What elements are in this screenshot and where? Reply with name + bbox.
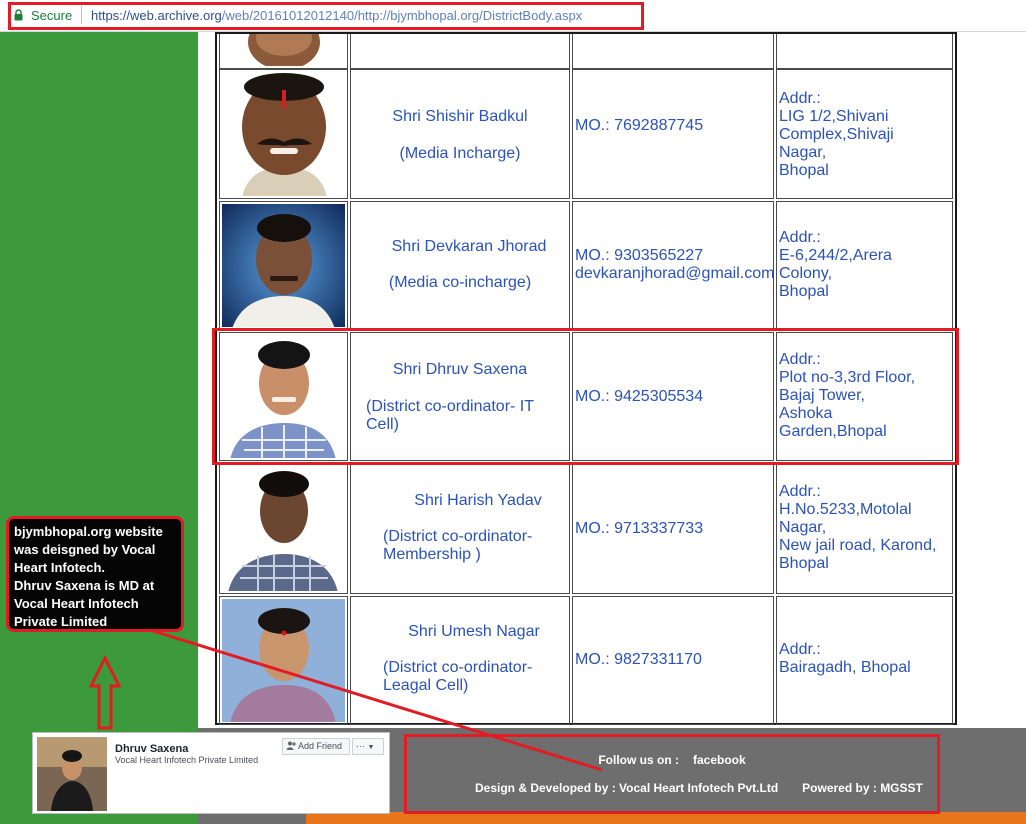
powered-credit[interactable]: Powered by : MGSST — [802, 781, 923, 795]
member-email[interactable]: devkaranjhorad@gmail.com — [575, 265, 774, 283]
more-label: ··· — [356, 741, 365, 751]
secure-label: Secure — [31, 8, 73, 23]
name-cell: Shri Umesh Nagar (District co-ordinator-… — [350, 596, 570, 725]
table-row: Shri Harish Yadav (District co-ordinator… — [217, 463, 955, 594]
address-cell: Addr.: Bairagadh, Bhopal — [776, 596, 953, 725]
table-row-partial: ​ — [217, 34, 955, 69]
name-cell: Shri Shishir Badkul (Media Incharge) — [350, 69, 570, 199]
photo-cell — [219, 34, 348, 69]
member-mobile: MO.: 9303565227 — [575, 247, 704, 264]
member-photo — [222, 466, 345, 591]
profile-name[interactable]: Dhruv Saxena — [115, 743, 188, 755]
credits-line: Design & Developed by : Vocal Heart Info… — [475, 781, 923, 795]
design-credit[interactable]: Design & Developed by : Vocal Heart Info… — [475, 781, 778, 795]
member-name: Shri Devkaran Jhorad — [391, 238, 547, 255]
footer-highlight-box: Follow us on : facebook Design & Develope… — [404, 734, 940, 814]
member-name: Shri Shishir Badkul — [392, 108, 528, 125]
avatar[interactable] — [37, 737, 107, 811]
mobile-cell — [572, 34, 774, 69]
add-friend-icon — [286, 741, 296, 750]
mobile-cell: MO.: 7692887745 — [572, 69, 774, 199]
more-options-button[interactable]: ··· ▼ — [352, 738, 384, 755]
member-photo — [222, 599, 345, 722]
member-photo — [222, 204, 345, 327]
member-address: Addr.: Bairagadh, Bhopal — [779, 641, 911, 676]
member-address: Addr.: H.No.5233,Motolal Nagar, New jail… — [779, 483, 937, 572]
address-cell: Addr.: LIG 1/2,Shivani Complex,Shivaji N… — [776, 69, 953, 199]
member-photo — [222, 34, 345, 66]
photo-cell — [219, 463, 348, 594]
name-cell: Shri Harish Yadav (District co-ordinator… — [350, 463, 570, 594]
address-text-cut: ​ — [779, 58, 951, 66]
highlighted-row-box — [212, 328, 959, 465]
member-position: (Media co-incharge) — [388, 274, 532, 291]
member-name: Shri Umesh Nagar — [408, 623, 540, 640]
photo-cell — [219, 69, 348, 199]
table-row: Shri Devkaran Jhorad (Media co-incharge)… — [217, 201, 955, 330]
address-bar[interactable]: Secure https://web.archive.org/web/20161… — [0, 0, 1026, 32]
table-row: Shri Umesh Nagar (District co-ordinator-… — [217, 596, 955, 725]
member-address: Addr.: LIG 1/2,Shivani Complex,Shivaji N… — [779, 90, 894, 179]
member-position: (District co-ordinator- Membership ) — [383, 528, 533, 563]
url-path: /web/20161012012140/http://bjymbhopal.or… — [221, 8, 583, 23]
facebook-profile-card[interactable]: Dhruv Saxena Vocal Heart Infotech Privat… — [32, 732, 390, 814]
url-text[interactable]: https://web.archive.org/web/201610120121… — [91, 8, 582, 23]
mobile-cell: MO.: 9713337733 — [572, 463, 774, 594]
url-base: https://web.archive.org — [91, 8, 222, 23]
mobile-cell: MO.: 9827331170 — [572, 596, 774, 725]
address-divider — [81, 6, 82, 24]
name-cell: Shri Devkaran Jhorad (Media co-incharge) — [350, 201, 570, 330]
member-name: Shri Harish Yadav — [414, 492, 542, 509]
photo-cell — [219, 596, 348, 725]
mobile-cell: MO.: 9303565227 devkaranjhorad@gmail.com — [572, 201, 774, 330]
chevron-down-icon: ▼ — [367, 744, 375, 751]
address-cell: ​ — [776, 34, 953, 69]
member-photo — [222, 72, 345, 196]
profile-workplace: Vocal Heart Infotech Private Limited — [115, 755, 259, 765]
member-mobile: MO.: 9827331170 — [575, 651, 702, 668]
photo-cell — [219, 201, 348, 330]
member-position: (Media Incharge) — [399, 145, 521, 162]
facebook-link[interactable]: facebook — [693, 753, 746, 767]
member-mobile: MO.: 9713337733 — [575, 520, 704, 537]
add-friend-button[interactable]: Add Friend — [282, 738, 350, 755]
address-cell: Addr.: E-6,244/2,Arera Colony, Bhopal — [776, 201, 953, 330]
table-row: Shri Shishir Badkul (Media Incharge) MO.… — [217, 69, 955, 199]
add-friend-label: Add Friend — [298, 741, 343, 751]
member-address: Addr.: E-6,244/2,Arera Colony, Bhopal — [779, 229, 892, 300]
member-position: (District co-ordinator- Leagal Cell) — [383, 659, 533, 694]
annotation-note: bjymbhopal.org website was deisgned by V… — [6, 516, 184, 632]
lock-icon — [14, 9, 23, 21]
follow-label: Follow us on : — [598, 753, 679, 767]
address-cell: Addr.: H.No.5233,Motolal Nagar, New jail… — [776, 463, 953, 594]
name-cell — [350, 34, 570, 69]
left-sidebar — [0, 32, 198, 824]
follow-us-line: Follow us on : facebook — [407, 753, 937, 767]
member-mobile: MO.: 7692887745 — [575, 117, 704, 134]
right-margin — [955, 32, 1026, 728]
